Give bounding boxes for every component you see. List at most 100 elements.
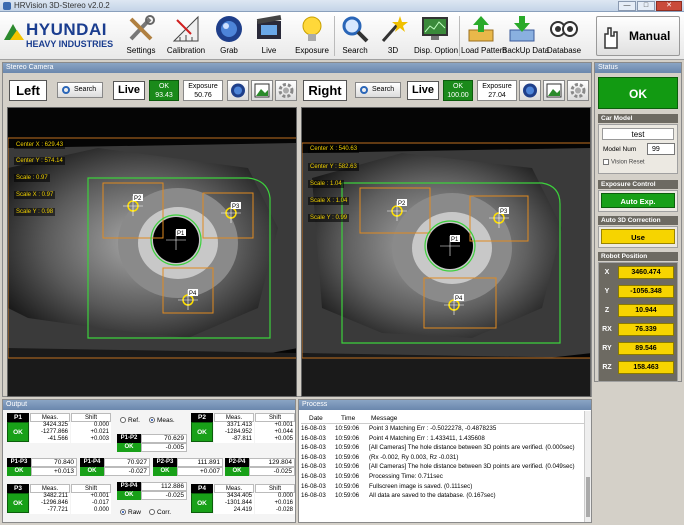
auto-3d-use-button[interactable]: Use [601, 229, 675, 244]
search-icon [360, 86, 368, 94]
left-scale-x: Scale X : 0.97 [14, 191, 56, 199]
robot-rx-row: RX 76.339 [598, 321, 678, 338]
left-center-x: Center X : 629.43 [14, 141, 66, 149]
log-row[interactable]: 16-08-03 10:59:06 Processing Time: 0.711se… [301, 472, 587, 482]
p4-group: P4 OK Meas. Shift 3434.405 -1301.844 24.… [191, 484, 295, 514]
robot-rz-row: RZ 158.463 [598, 359, 678, 376]
process-scrollbar[interactable] [584, 411, 591, 522]
marker-p4-label: P4 [189, 291, 197, 297]
right-settings-button[interactable] [567, 80, 589, 101]
log-row[interactable]: 16-08-03 10:59:06 Point 4 Matching Err : 1… [301, 434, 587, 444]
search-toolbar-button[interactable]: Search [338, 14, 372, 58]
3d-button[interactable]: 3D [376, 14, 410, 58]
hand-icon [601, 24, 621, 50]
logo-text: HYUNDAI [26, 20, 107, 39]
right-label: Right [303, 80, 347, 101]
grab-icon [214, 14, 244, 44]
search-icon [62, 86, 70, 94]
log-row[interactable]: 16-08-03 10:59:06 [All Cameras] The hole d… [301, 462, 587, 472]
hyundai-logo: HYUNDAI HEAVY INDUSTRIES [4, 20, 116, 54]
marker-p2-label: P2 [134, 196, 142, 202]
grab-icon [231, 83, 245, 98]
pair-p2-p3: P2-P3 111.891 OK +0.007 [153, 458, 223, 476]
window-title: HRVision 3D-Stereo v2.0.2 [14, 1, 110, 10]
maximize-button[interactable]: □ [637, 1, 655, 11]
film-icon [254, 14, 284, 44]
left-image-button[interactable] [251, 80, 273, 101]
image-icon [254, 83, 270, 98]
left-grab-button[interactable] [227, 80, 249, 101]
pair-p1-p2: P1-P2 70.629 OK -0.005 [117, 434, 187, 452]
corr-radio[interactable]: Corr. [149, 509, 171, 516]
meas-radio[interactable]: Meas. [149, 417, 175, 424]
log-row[interactable]: 16-08-03 10:59:06 Fullscreen image is save… [301, 482, 587, 492]
backup-icon [507, 14, 537, 44]
pair-p1-p3: P1-P3 70.840 OK +0.013 [7, 458, 77, 476]
raw-radio[interactable]: Raw [120, 509, 141, 516]
log-row[interactable]: 16-08-03 10:59:06 Point 3 Matching Err : -… [301, 424, 587, 434]
log-row[interactable]: 16-08-03 10:59:06 All data are saved to th… [301, 491, 587, 501]
ref-radio[interactable]: Ref. [120, 417, 140, 424]
grab-icon [523, 83, 537, 98]
left-camera-bar: Left Search Live OK 93.43 Exposure 50.76 [9, 80, 299, 102]
robot-rz-value: 158.463 [618, 361, 674, 374]
close-button[interactable]: ✕ [656, 1, 682, 11]
database-button[interactable]: Database [546, 14, 582, 58]
left-live-button[interactable]: Live [113, 81, 145, 100]
p3-group: P3 OK Meas. Shift 3482.211 -1296.846 -77… [7, 484, 111, 514]
live-toolbar-button[interactable]: Live [252, 14, 286, 58]
process-panel: Process Date Time Message 16-08-03 10:59:… [298, 399, 592, 523]
right-grab-button[interactable] [519, 80, 541, 101]
settings-button[interactable]: Settings [122, 14, 160, 58]
robot-x-row: X 3460.474 [598, 264, 678, 281]
left-ok-score: OK 93.43 [149, 80, 179, 101]
output-title: Output [3, 400, 295, 410]
search-icon [340, 14, 370, 44]
left-center-y: Center Y : 574.14 [14, 157, 65, 165]
right-scale-x: Scale X : 1.04 [308, 197, 350, 205]
right-live-button[interactable]: Live [407, 81, 439, 100]
backup-data-button[interactable]: BackUp Data [502, 14, 549, 58]
minimize-button[interactable]: — [618, 1, 636, 11]
logo-subtext: HEAVY INDUSTRIES [26, 39, 114, 49]
p1-ok: OK [7, 422, 29, 442]
exposure-button[interactable]: Exposure [294, 14, 330, 58]
disp-option-button[interactable]: Disp. Option [414, 14, 458, 58]
exposure-control-title: Exposure Control [598, 180, 678, 189]
process-log-header: Date Time Message [301, 413, 587, 424]
left-camera-view[interactable]: P2 P3 P4 P1 Center X : 629.43 Center Y :… [7, 107, 297, 397]
right-camera-view[interactable]: P2 P3 P4 P1 Center X : 540.63 Center Y :… [301, 107, 591, 397]
manual-button[interactable]: Manual [596, 16, 680, 56]
stereo-camera-title: Stereo Camera [3, 63, 591, 73]
log-row[interactable]: 16-08-03 10:59:06 [All Cameras] The hole d… [301, 443, 587, 453]
robot-y-value: -1056.348 [618, 285, 674, 298]
robot-y-row: Y -1056.348 [598, 283, 678, 300]
app-icon [3, 2, 11, 10]
right-image-button[interactable] [543, 80, 565, 101]
right-camera-bar: Right Search Live OK 100.00 Exposure 27.04 [303, 80, 593, 102]
status-title: Status [595, 63, 681, 73]
status-result: OK [598, 77, 678, 109]
left-exposure: Exposure 50.76 [183, 80, 223, 101]
robot-position-title: Robot Position [598, 252, 678, 261]
model-num-input[interactable]: 99 [647, 143, 675, 155]
process-scroll-thumb[interactable] [586, 477, 590, 517]
manual-label: Manual [629, 29, 671, 43]
robot-ry-value: 89.546 [618, 342, 674, 355]
vision-reset-checkbox[interactable]: Vision Reset [603, 159, 645, 166]
right-search-button[interactable]: Search [355, 82, 401, 98]
grab-button[interactable]: Grab [212, 14, 246, 58]
title-bar: HRVision 3D-Stereo v2.0.2 — □ ✕ [0, 0, 684, 12]
robot-rx-value: 76.339 [618, 323, 674, 336]
calibration-button[interactable]: Calibration [166, 14, 206, 58]
wand-icon [378, 14, 408, 44]
left-scale-y: Scale Y : 0.98 [14, 208, 56, 216]
right-exposure: Exposure 27.04 [477, 80, 517, 101]
auto-exp-button[interactable]: Auto Exp. [601, 193, 675, 208]
left-scale: Scale : 0.97 [14, 174, 50, 182]
load-pattern-button[interactable]: Load Pattern [461, 14, 507, 58]
log-row[interactable]: 16-08-03 10:59:06 (Rx -0.002, Ry 0.003, Rz… [301, 453, 587, 463]
right-center-y: Center Y : 582.63 [308, 163, 359, 171]
left-settings-button[interactable] [275, 80, 297, 101]
left-search-button[interactable]: Search [57, 82, 103, 98]
